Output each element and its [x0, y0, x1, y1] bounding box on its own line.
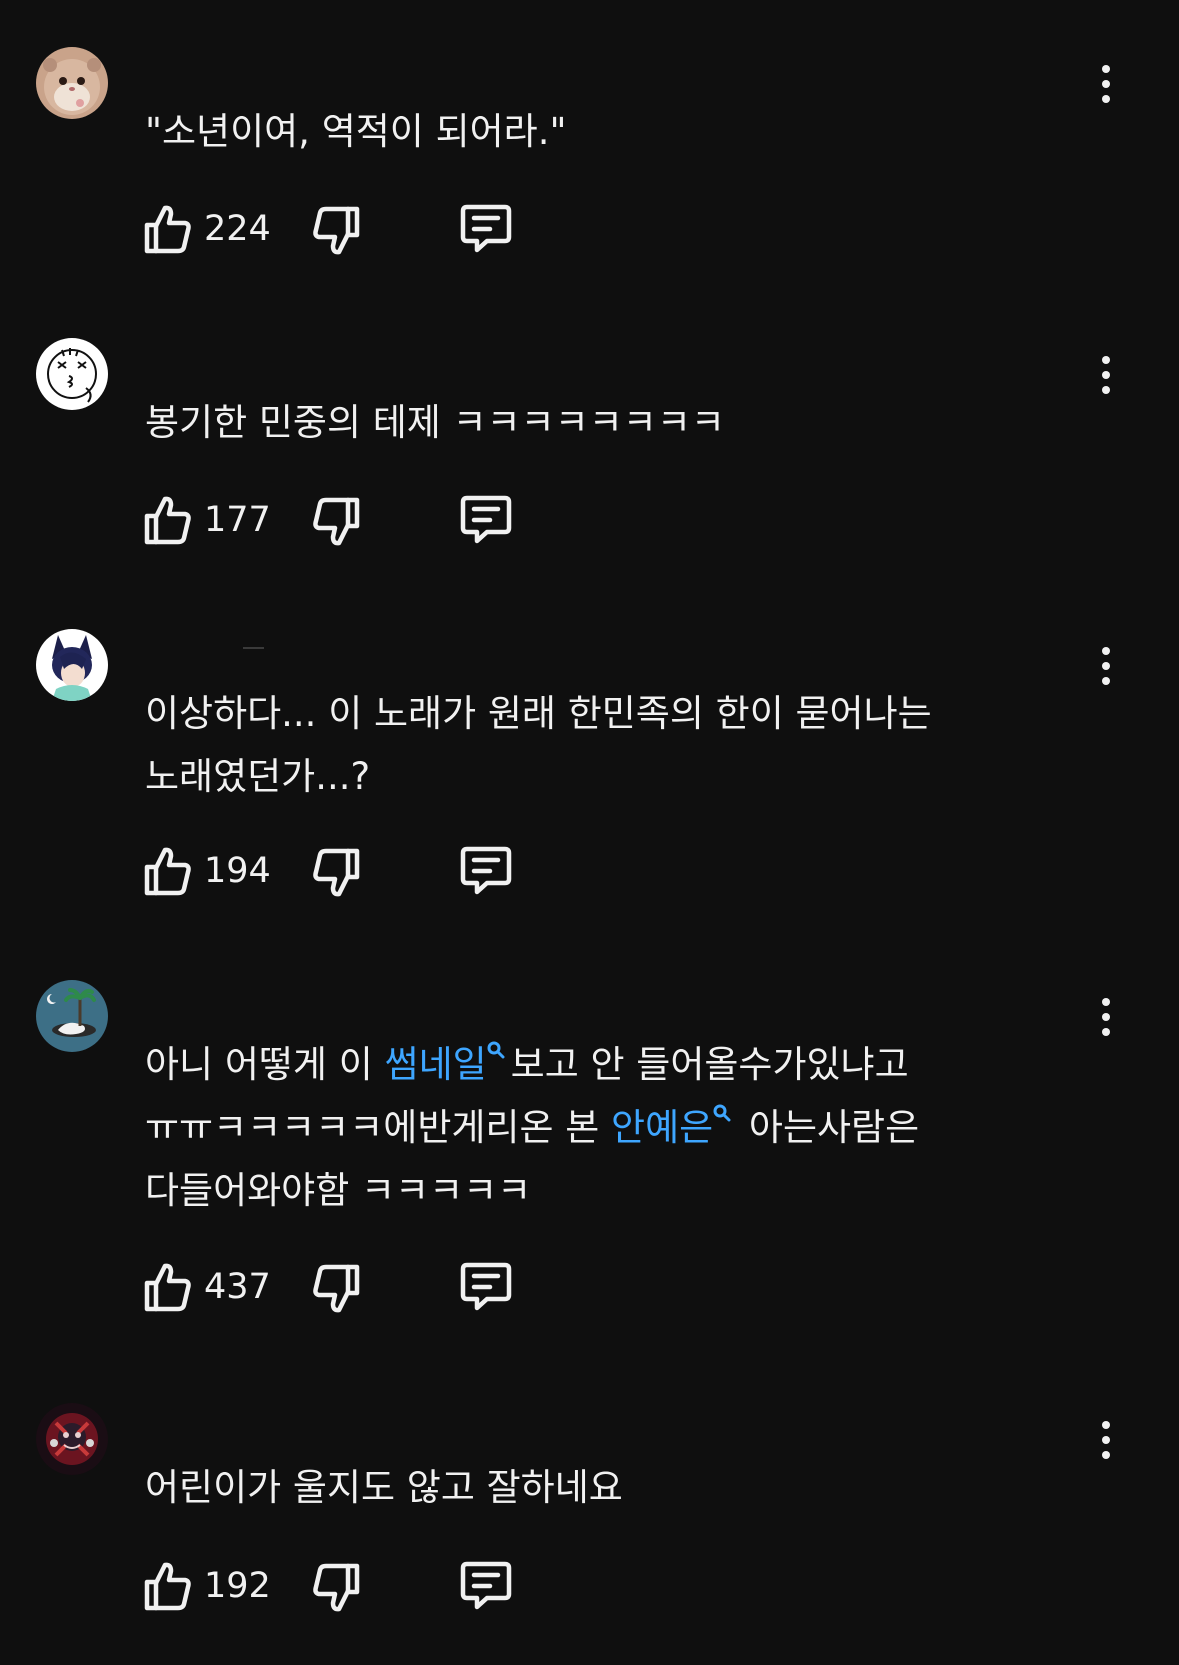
comment-actions: 437: [143, 1261, 563, 1313]
commenter-avatar[interactable]: [36, 47, 108, 119]
search-icon: [713, 1104, 731, 1122]
thumbs-down-icon: [313, 206, 360, 255]
like-button[interactable]: [143, 494, 193, 546]
commenter-avatar[interactable]: [36, 980, 108, 1052]
comment-text-segment: "소년이여, 역적이 되어라.": [145, 110, 567, 153]
commenter-avatar[interactable]: [36, 629, 108, 701]
comment-item: 어린이가 울지도 않고 잘하네요 192: [0, 1356, 1179, 1656]
comment-item: 아니 어떻게 이 썸네일 보고 안 들어올수가있냐고 ㅠㅠㅋㅋㅋㅋㅋ에반게리온 본…: [0, 933, 1179, 1355]
comment-actions: 192: [143, 1560, 563, 1612]
like-button[interactable]: [143, 1560, 193, 1612]
like-count: 177: [204, 500, 271, 540]
reply-button[interactable]: [459, 845, 513, 897]
comment-text: "소년이여, 역적이 되어라.": [145, 100, 1095, 163]
more-vert-icon: [1102, 1421, 1110, 1429]
comment-actions: 194: [143, 845, 563, 897]
like-button[interactable]: [143, 203, 193, 255]
reply-button[interactable]: [459, 203, 513, 255]
comment-text: 이상하다... 이 노래가 원래 한민족의 한이 묻어나는 노래였던가...?: [145, 682, 1070, 808]
thumbs-up-icon: [144, 847, 191, 896]
comment-text-segment: 봉기한 민중의 테제 ㅋㅋㅋㅋㅋㅋㅋㅋ: [145, 401, 725, 444]
thumbs-up-icon: [144, 1562, 191, 1611]
search-link-artist[interactable]: 안예은: [611, 1104, 737, 1149]
dislike-button[interactable]: [311, 847, 361, 899]
more-vert-icon: [1102, 647, 1110, 655]
comment-text-segment: 어린이가 울지도 않고 잘하네요: [145, 1466, 623, 1509]
comment-item: 봉기한 민중의 테제 ㅋㅋㅋㅋㅋㅋㅋㅋ 177: [0, 291, 1179, 581]
like-count: 437: [204, 1267, 271, 1307]
comment-text: 아니 어떻게 이 썸네일 보고 안 들어올수가있냐고 ㅠㅠㅋㅋㅋㅋㅋ에반게리온 본…: [145, 1033, 1090, 1222]
comment-text-segment: 아니 어떻게 이: [145, 1043, 385, 1086]
like-button[interactable]: [143, 845, 193, 897]
thumbs-down-icon: [313, 497, 360, 546]
thumbs-down-icon: [313, 1264, 360, 1313]
like-button[interactable]: [143, 1261, 193, 1313]
reply-button[interactable]: [459, 494, 513, 546]
commenter-avatar[interactable]: [36, 1403, 108, 1475]
more-options-button[interactable]: [1090, 642, 1122, 690]
reply-button[interactable]: [459, 1261, 513, 1313]
comment-item: 이상하다... 이 노래가 원래 한민족의 한이 묻어나는 노래였던가...? …: [0, 582, 1179, 932]
comment-text: 어린이가 울지도 않고 잘하네요: [145, 1456, 1095, 1519]
more-vert-icon: [1102, 65, 1110, 73]
like-count: 194: [204, 851, 271, 891]
thumbs-down-icon: [313, 848, 360, 897]
comment-text: 봉기한 민중의 테제 ㅋㅋㅋㅋㅋㅋㅋㅋ: [145, 391, 1095, 454]
more-vert-icon: [1102, 356, 1110, 364]
reply-icon: [460, 1262, 512, 1311]
more-vert-icon: [1102, 998, 1110, 1006]
reply-button[interactable]: [459, 1560, 513, 1612]
dislike-button[interactable]: [311, 496, 361, 548]
thumbs-up-icon: [144, 205, 191, 254]
dislike-button[interactable]: [311, 205, 361, 257]
reply-icon: [460, 204, 512, 253]
comment-actions: 224: [143, 203, 563, 255]
thumbs-up-icon: [144, 496, 191, 545]
reply-icon: [460, 1561, 512, 1610]
search-link-label[interactable]: 썸네일: [385, 1043, 487, 1086]
comment-item: "소년이여, 역적이 되어라." 224: [0, 0, 1179, 290]
commenter-avatar[interactable]: [36, 338, 108, 410]
like-count: 192: [204, 1566, 271, 1606]
author-name-placeholder: [243, 647, 264, 649]
search-link-label[interactable]: 안예은: [611, 1106, 713, 1149]
reply-icon: [460, 495, 512, 544]
dislike-button[interactable]: [311, 1562, 361, 1614]
more-options-button[interactable]: [1090, 993, 1122, 1041]
search-icon: [487, 1041, 505, 1059]
thumbs-up-icon: [144, 1263, 191, 1312]
search-link-thumbnail[interactable]: 썸네일: [385, 1041, 511, 1086]
reply-icon: [460, 846, 512, 895]
thumbs-down-icon: [313, 1563, 360, 1612]
comment-text-segment: 이상하다... 이 노래가 원래 한민족의 한이 묻어나는 노래였던가...?: [145, 692, 932, 798]
dislike-button[interactable]: [311, 1263, 361, 1315]
like-count: 224: [204, 209, 271, 249]
comment-actions: 177: [143, 494, 563, 546]
